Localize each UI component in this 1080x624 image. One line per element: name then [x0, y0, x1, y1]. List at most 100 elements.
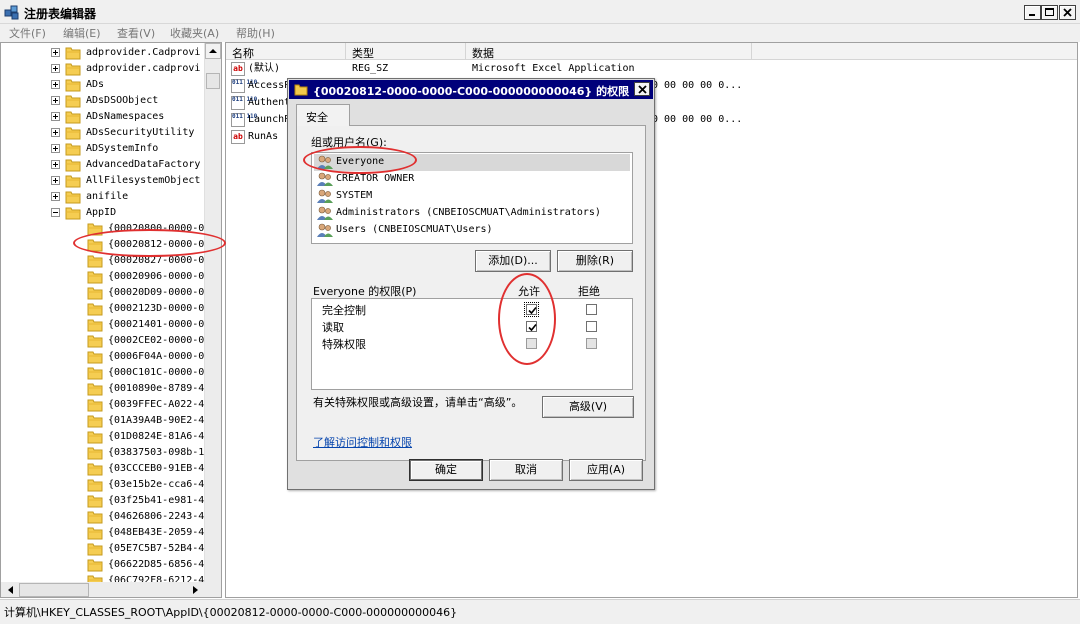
- column-data[interactable]: 数据: [466, 43, 752, 60]
- maximize-button[interactable]: [1041, 5, 1058, 20]
- dialog-title-bar[interactable]: {00020812-0000-0000-C000-000000000046} 的…: [289, 80, 653, 99]
- tree-item[interactable]: ADsDSOObject: [1, 93, 201, 109]
- menu-edit[interactable]: 编辑(E): [63, 25, 101, 41]
- apply-button[interactable]: 应用(A): [569, 459, 643, 481]
- tree-item[interactable]: {01D0824E-81A6-4: [1, 429, 204, 445]
- tree-item[interactable]: {03837503-098b-1: [1, 445, 204, 461]
- user-item[interactable]: Administrators (CNBEIOSCMUAT\Administrat…: [314, 205, 630, 222]
- tree-item-label: AdvancedDataFactory: [86, 159, 201, 170]
- value-name: (默认): [248, 63, 281, 74]
- learn-access-control-link[interactable]: 了解访问控制和权限: [313, 434, 412, 450]
- collapse-icon[interactable]: [51, 208, 60, 217]
- tree-item[interactable]: {03e15b2e-cca6-4: [1, 477, 204, 493]
- expand-icon[interactable]: [51, 160, 60, 169]
- expand-icon[interactable]: [51, 128, 60, 137]
- value-name: Authent: [248, 97, 291, 108]
- remove-button[interactable]: 删除(R): [557, 250, 633, 272]
- expand-icon[interactable]: [51, 48, 60, 57]
- tree-item[interactable]: AdvancedDataFactory: [1, 157, 201, 173]
- permissions-dialog: {00020812-0000-0000-C000-000000000046} 的…: [287, 78, 655, 490]
- tree-item[interactable]: {0006F04A-0000-0: [1, 349, 204, 365]
- tree-item[interactable]: {00020D09-0000-0: [1, 285, 204, 301]
- menu-favorites[interactable]: 收藏夹(A): [170, 25, 219, 41]
- deny-header: 拒绝: [578, 285, 600, 298]
- close-window-button[interactable]: [1059, 5, 1076, 20]
- binary-value-icon: 011 110: [231, 113, 257, 127]
- expand-icon[interactable]: [51, 176, 60, 185]
- ok-button[interactable]: 确定: [409, 459, 483, 481]
- key-tree[interactable]: adprovider.Cadprovi adprovider.cadprovi AD…: [0, 42, 222, 598]
- folder-icon: [87, 383, 103, 396]
- expand-icon[interactable]: [51, 192, 60, 201]
- expand-icon[interactable]: [51, 112, 60, 121]
- allow-checkbox[interactable]: [526, 321, 537, 332]
- tab-security[interactable]: 安全: [296, 104, 350, 126]
- user-item[interactable]: Users (CNBEIOSCMUAT\Users): [314, 222, 630, 239]
- user-item[interactable]: CREATOR OWNER: [314, 171, 630, 188]
- tree-item[interactable]: {00020906-0000-0: [1, 269, 204, 285]
- tree-item[interactable]: AppID: [1, 205, 201, 221]
- tree-horizontal-scrollbar[interactable]: [1, 582, 221, 597]
- tree-item[interactable]: {0039FFEC-A022-4: [1, 397, 205, 413]
- tree-item[interactable]: ADsNamespaces: [1, 109, 201, 125]
- user-list[interactable]: Everyone CREATOR OWNER SYSTEM Administrator…: [311, 152, 633, 244]
- user-item[interactable]: Everyone: [314, 154, 630, 171]
- expand-icon[interactable]: [51, 96, 60, 105]
- tree-item[interactable]: {00020812-0000-0: [1, 237, 204, 253]
- tree-item[interactable]: {00020800-0000-0: [1, 221, 204, 237]
- add-button[interactable]: 添加(D)...: [475, 250, 551, 272]
- tree-item[interactable]: {048EB43E-2059-4: [1, 525, 204, 541]
- tree-vertical-scrollbar[interactable]: [204, 43, 221, 583]
- tree-item-label: AllFilesystemObject: [86, 175, 201, 186]
- tree-item[interactable]: adprovider.cadprovi: [1, 61, 201, 77]
- deny-checkbox[interactable]: [586, 338, 597, 349]
- expand-icon[interactable]: [51, 64, 60, 73]
- menu-help[interactable]: 帮助(H): [236, 25, 275, 41]
- tree-item[interactable]: ADSystemInfo: [1, 141, 201, 157]
- allow-checkbox[interactable]: [526, 338, 537, 349]
- scroll-right-button[interactable]: [187, 582, 203, 597]
- tree-item[interactable]: AllFilesystemObject: [1, 173, 201, 189]
- dialog-close-button[interactable]: [634, 82, 650, 96]
- value-row[interactable]: ab (默认) REG_SZ Microsoft Excel Application: [226, 61, 1076, 77]
- tree-item[interactable]: {04626806-2243-4: [1, 509, 204, 525]
- deny-checkbox[interactable]: [586, 321, 597, 332]
- value-data: Microsoft Excel Application: [472, 63, 635, 74]
- tree-item[interactable]: {0010890e-8789-4: [1, 381, 204, 397]
- horizontal-scroll-thumb[interactable]: [19, 583, 89, 597]
- deny-checkbox[interactable]: [586, 304, 597, 315]
- tree-item[interactable]: {0002123D-0000-0: [1, 301, 204, 317]
- scroll-thumb[interactable]: [206, 73, 220, 89]
- cancel-button[interactable]: 取消: [489, 459, 563, 481]
- tree-item-label: ADsSecurityUtility: [86, 127, 195, 138]
- user-group-icon: [317, 206, 333, 220]
- scroll-up-button[interactable]: [205, 43, 221, 59]
- tree-item[interactable]: {03CCCEB0-91EB-4: [1, 461, 204, 477]
- tree-item[interactable]: anifile: [1, 189, 201, 205]
- expand-icon[interactable]: [51, 80, 60, 89]
- advanced-button[interactable]: 高级(V): [542, 396, 634, 418]
- menu-bar: 文件(F) 编辑(E) 查看(V) 收藏夹(A) 帮助(H): [0, 24, 1080, 42]
- tree-item[interactable]: {05E7C5B7-52B4-4: [1, 541, 204, 557]
- tree-item[interactable]: {00021401-0000-0: [1, 317, 204, 333]
- tree-item[interactable]: {03f25b41-e981-4: [1, 493, 204, 509]
- tree-item[interactable]: {06622D85-6856-4: [1, 557, 204, 573]
- scroll-left-button[interactable]: [3, 582, 19, 597]
- user-item[interactable]: SYSTEM: [314, 188, 630, 205]
- menu-file[interactable]: 文件(F): [9, 25, 46, 41]
- tree-item[interactable]: {0002CE02-0000-0: [1, 333, 204, 349]
- tree-item[interactable]: adprovider.Cadprovi: [1, 45, 201, 61]
- menu-view[interactable]: 查看(V): [117, 25, 155, 41]
- expand-icon[interactable]: [51, 144, 60, 153]
- allow-checkbox[interactable]: [524, 302, 539, 317]
- column-name[interactable]: 名称: [226, 43, 346, 60]
- tree-item[interactable]: ADs: [1, 77, 201, 93]
- tree-item[interactable]: {000C101C-0000-0: [1, 365, 204, 381]
- permission-name: 读取: [322, 321, 344, 334]
- tree-item[interactable]: ADsSecurityUtility: [1, 125, 201, 141]
- tree-item-label: {0039FFEC-A022-4: [108, 399, 205, 410]
- tree-item[interactable]: {00020827-0000-0: [1, 253, 204, 269]
- minimize-button[interactable]: [1024, 5, 1041, 20]
- column-type[interactable]: 类型: [346, 43, 466, 60]
- tree-item[interactable]: {01A39A4B-90E2-4: [1, 413, 204, 429]
